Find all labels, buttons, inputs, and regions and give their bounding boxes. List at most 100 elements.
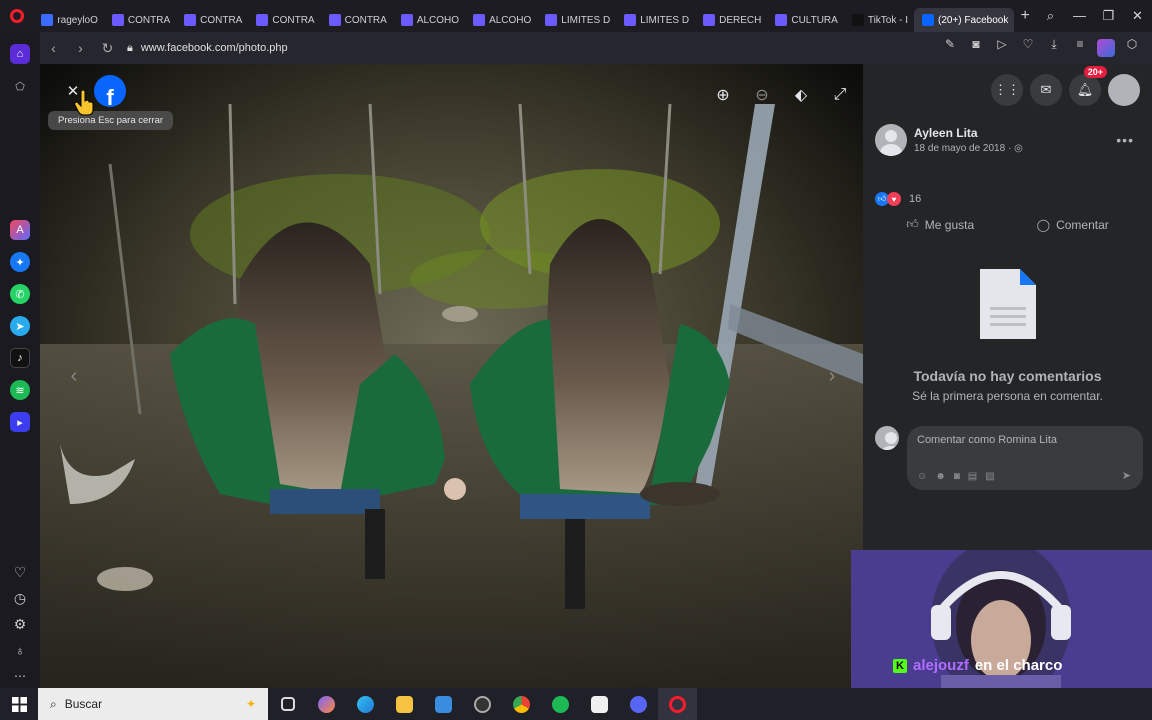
camera-icon[interactable]: ◙ (954, 471, 960, 482)
search-tabs-icon[interactable]: ⌕ (1036, 8, 1065, 24)
chat-message: en el charco (974, 657, 1063, 674)
more-icon[interactable]: ⋯ (10, 666, 30, 686)
whatsapp-icon[interactable]: ✆ (10, 284, 30, 304)
messenger-icon[interactable]: ✦ (10, 252, 30, 272)
post-date[interactable]: 18 de mayo de 2018 · (914, 143, 1014, 154)
camera-icon[interactable]: ◙ (964, 37, 988, 60)
emoji-icon[interactable]: ☻ (935, 471, 946, 482)
opera-icon[interactable] (658, 688, 697, 720)
author-name[interactable]: Ayleen Lita (914, 126, 1023, 140)
file-explorer-icon[interactable] (385, 688, 424, 720)
notifications-icon[interactable]: 🔔︎ 20+ (1069, 66, 1107, 106)
lock-icon: 🔒︎ (127, 41, 133, 54)
browser-tab[interactable]: LIMITES D (537, 8, 616, 32)
comment-composer: Comentar como Romina Lita ☺ ☻ ◙ ▤ ▧ ➤ (875, 426, 1143, 490)
hand-cursor-icon (74, 90, 94, 116)
tab-favicon-icon (775, 14, 788, 26)
facebook-logo[interactable]: f (94, 75, 126, 107)
browser-tab[interactable]: TikTok - I (844, 8, 914, 32)
browser-tab[interactable]: LIMITES D (616, 8, 695, 32)
player-icon[interactable]: ▸ (10, 412, 30, 432)
profile-avatar[interactable] (1094, 37, 1118, 60)
restore-button[interactable]: ❐ (1094, 8, 1123, 24)
fullscreen-icon[interactable]: ⤢ (829, 84, 851, 106)
browser-tab[interactable]: CONTRA (104, 8, 176, 32)
tab-label: (20+) Facebook (938, 14, 1009, 26)
author-avatar[interactable] (875, 124, 907, 156)
opera-menu-button[interactable] (0, 0, 33, 32)
chrome-icon[interactable] (502, 688, 541, 720)
browser-tab[interactable]: CULTURA (767, 8, 843, 32)
reactions-summary[interactable]: 👍︎ ♥ 16 (875, 192, 921, 206)
tab-label: LIMITES D (561, 14, 611, 26)
edit-icon[interactable]: ✎ (938, 37, 962, 60)
next-photo-button[interactable]: › (818, 362, 846, 390)
more-options-button[interactable]: ••• (1116, 132, 1134, 148)
tab-favicon-icon (473, 14, 486, 26)
browser-tab[interactable]: ALCOHO (393, 8, 465, 32)
forward-button[interactable]: › (67, 40, 94, 56)
notes-icon[interactable] (580, 688, 619, 720)
zoom-out-icon[interactable]: ⊖ (751, 84, 773, 106)
tab-favicon-icon (400, 14, 413, 26)
browser-tab[interactable]: (20+) Facebook (914, 8, 1015, 32)
previous-photo-button[interactable]: ‹ (60, 362, 88, 390)
comment-button[interactable]: ◯ Comentar (1029, 214, 1117, 235)
extensions-icon[interactable]: ⬡ (1120, 37, 1144, 60)
spotify-icon[interactable] (541, 688, 580, 720)
home-icon[interactable]: ⌂ (10, 44, 30, 64)
close-window-button[interactable]: ✕ (1123, 8, 1152, 24)
tiktok-icon[interactable]: ♪ (10, 348, 30, 368)
aria-icon[interactable]: A (10, 220, 30, 240)
menu-icon[interactable]: ≡ (1068, 37, 1092, 60)
send-comment-icon[interactable]: ➤ (1122, 469, 1131, 482)
tab-label: CONTRA (344, 14, 387, 26)
browser-tab-strip: rageyloO CONTRA CONTRA CONTRA CONTRA ALCOHO AL… (0, 0, 1152, 32)
comment-input[interactable]: Comentar como Romina Lita ☺ ☻ ◙ ▤ ▧ ➤ (907, 426, 1143, 490)
start-button[interactable] (0, 696, 38, 712)
task-view-icon[interactable] (268, 688, 307, 720)
url-field[interactable]: www.facebook.com/photo.php (141, 42, 288, 54)
sticker-icon[interactable]: ▧ (985, 471, 994, 482)
zoom-in-icon[interactable]: ⊕ (712, 84, 734, 106)
comment-bubble-icon: ◯ (1036, 217, 1051, 232)
browser-tab[interactable]: ALCOHO (465, 8, 537, 32)
tag-icon[interactable]: ⬖ (790, 84, 812, 106)
browser-tab[interactable]: CONTRA (248, 8, 320, 32)
browser-tab[interactable]: rageyloO (33, 8, 104, 32)
no-comments-subtitle: Sé la primera persona en comentar. (912, 389, 1103, 403)
opera-logo-icon (9, 9, 24, 23)
windows-taskbar: ⌕ Buscar ✦ (0, 688, 1152, 720)
app-icon[interactable] (463, 688, 502, 720)
like-button[interactable]: 👍︎ Me gusta (898, 214, 982, 235)
account-avatar[interactable] (1108, 74, 1140, 106)
heart-icon[interactable]: ♡ (1016, 37, 1040, 60)
taskbar-search[interactable]: ⌕ Buscar ✦ (38, 688, 268, 720)
download-icon[interactable]: ⤓ (1042, 37, 1066, 60)
avatar-sticker-icon[interactable]: ☺ (917, 471, 927, 482)
back-button[interactable]: ‹ (40, 40, 67, 56)
browser-tab[interactable]: CONTRA (176, 8, 248, 32)
tab-favicon-icon (922, 14, 935, 26)
edge-icon[interactable] (346, 688, 385, 720)
send-icon[interactable]: ▷ (990, 37, 1014, 60)
history-icon[interactable]: ◷ (10, 588, 30, 608)
pinboard-icon[interactable]: ⬠ (10, 76, 30, 96)
telegram-icon[interactable]: ➤ (10, 316, 30, 336)
settings-icon[interactable]: ⚙ (10, 614, 30, 634)
reload-button[interactable]: ↻ (94, 40, 121, 57)
store-icon[interactable] (424, 688, 463, 720)
heart-icon[interactable]: ♡ (10, 562, 30, 582)
browser-tab[interactable]: CONTRA (321, 8, 393, 32)
menu-grid-icon[interactable]: ⋮⋮ (991, 74, 1023, 106)
spotify-icon[interactable]: ≋ (10, 380, 30, 400)
browser-tab[interactable]: DERECH (695, 8, 767, 32)
discord-icon[interactable] (619, 688, 658, 720)
messenger-icon[interactable]: ✉ (1030, 74, 1062, 106)
gif-icon[interactable]: ▤ (968, 471, 977, 482)
copilot-icon[interactable] (307, 688, 346, 720)
windows-logo-icon (11, 696, 27, 712)
new-tab-button[interactable]: + (1014, 7, 1036, 25)
minimize-button[interactable]: — (1065, 8, 1094, 24)
bulb-icon[interactable]: ♁ (10, 640, 30, 660)
